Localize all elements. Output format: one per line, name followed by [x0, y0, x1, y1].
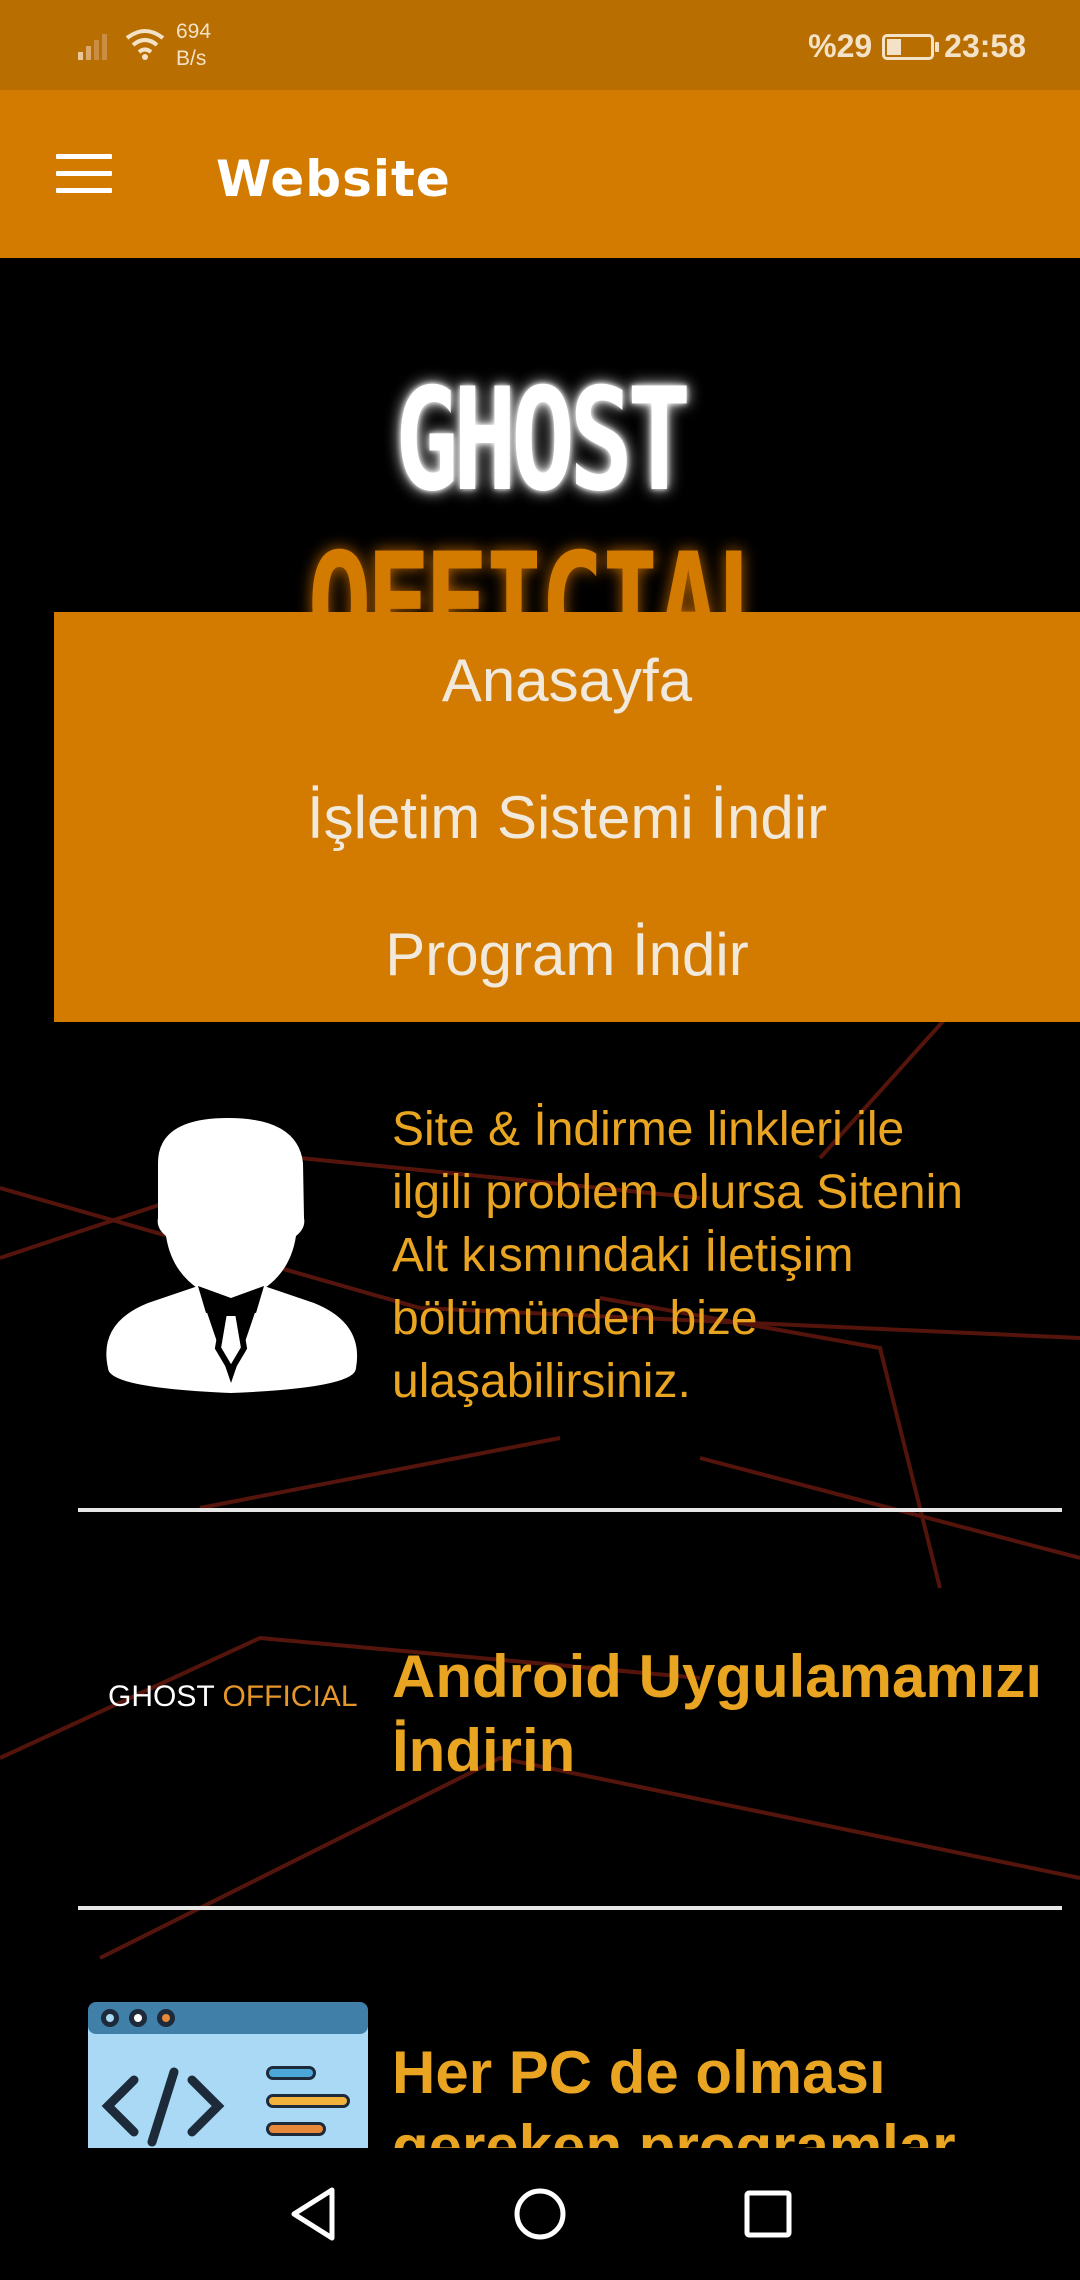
- mini-logo: GHOST OFFICIAL: [108, 1680, 358, 1713]
- status-bar: 694 B/s %29 23:58: [0, 0, 1080, 90]
- nav-menu: Anasayfa İşletim Sistemi İndir Program İ…: [54, 612, 1080, 1022]
- system-nav-bar: [0, 2148, 1080, 2280]
- network-speed: 694 B/s: [176, 20, 212, 70]
- site-logo: GHOST OFFICIAL: [307, 358, 779, 688]
- code-window-icon: [88, 2002, 368, 2148]
- clock: 23:58: [944, 28, 1026, 64]
- pc-programs-row[interactable]: Her PC de olması gereken programlar: [80, 2000, 1060, 2148]
- back-icon[interactable]: [278, 2178, 350, 2250]
- wifi-icon: [125, 29, 165, 60]
- divider: [78, 1508, 1062, 1512]
- android-app-link[interactable]: Android Uygulamamızı İndirin: [392, 1640, 1042, 1788]
- divider: [78, 1906, 1062, 1910]
- hamburger-icon[interactable]: [56, 154, 112, 194]
- signal-icon: [78, 34, 107, 60]
- battery-percent: %29: [808, 28, 873, 64]
- menu-item-anasayfa[interactable]: Anasayfa: [54, 612, 1080, 749]
- menu-item-program-download[interactable]: Program İndir: [54, 886, 1080, 1023]
- page-title: Website: [216, 150, 451, 208]
- menu-item-os-download[interactable]: İşletim Sistemi İndir: [54, 749, 1080, 886]
- recents-icon[interactable]: [732, 2178, 804, 2250]
- support-info-row: Site & İndirme linkleri ile ilgili probl…: [80, 1098, 1060, 1428]
- user-avatar-icon: [106, 1118, 358, 1393]
- app-bar: Website: [0, 90, 1080, 258]
- battery-icon: [882, 33, 940, 60]
- pc-programs-link[interactable]: Her PC de olması gereken programlar: [392, 2036, 956, 2148]
- support-info-text: Site & İndirme linkleri ile ilgili probl…: [392, 1103, 963, 1408]
- home-icon[interactable]: [504, 2178, 576, 2250]
- android-app-row[interactable]: GHOST OFFICIAL Android Uygulamamızı İndi…: [80, 1640, 1060, 1790]
